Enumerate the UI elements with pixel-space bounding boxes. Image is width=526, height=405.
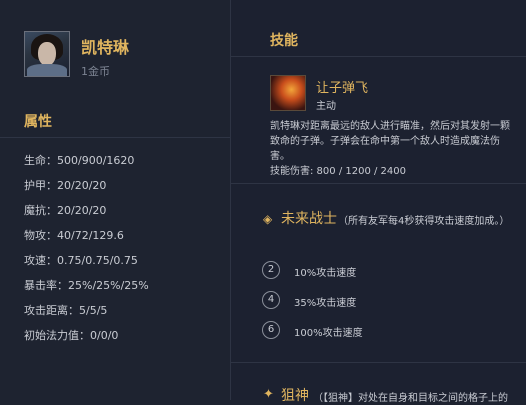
stat-mr: 魔抗：20/20/20 [24, 204, 107, 217]
trait2-description: （【狙神】对处在自身和目标之间的格子上的 [313, 393, 508, 404]
skill-name: 让子弹飞 [316, 81, 369, 96]
stat-as: 攻速：0.75/0.75/0.75 [24, 254, 138, 267]
tier-text-2: 10%攻击速度 [294, 268, 357, 279]
skill-description: 凯特琳对距离最远的敌人进行瞄准，然后对其发射一颗致命的子弹。子弹会在命中第一个敌… [270, 119, 512, 179]
stats-title: 属性 [24, 114, 52, 130]
trait2-name: 狙神 [281, 388, 309, 404]
stat-crit: 暴击率：25%/25%/25% [24, 279, 149, 292]
stat-hp: 生命：500/900/1620 [24, 154, 135, 167]
stat-range: 攻击距离：5/5/5 [24, 304, 108, 317]
champion-portrait [24, 31, 70, 77]
trait-divider [231, 362, 526, 363]
skill-type: 主动 [316, 101, 336, 112]
skills-divider [231, 56, 526, 57]
stat-mana: 初始法力值：0/0/0 [24, 329, 119, 342]
right-panel [231, 0, 526, 400]
tier-text-6: 100%攻击速度 [294, 328, 363, 339]
skill-description-text: 凯特琳对距离最远的敌人进行瞄准，然后对其发射一颗致命的子弹。子弹会在命中第一个敌… [270, 121, 510, 162]
stat-ad: 物攻：40/72/129.6 [24, 229, 124, 242]
tier-badge-6: 6 [262, 321, 280, 339]
champion-cost: 1金币 [81, 65, 110, 78]
skill-damage: 技能伤害: 800 / 1200 / 2400 [270, 166, 406, 177]
champion-name: 凯特琳 [81, 38, 130, 57]
trait-description: （所有友军每4秒获得攻击速度加成。） [338, 216, 510, 227]
stat-armor: 护甲：20/20/20 [24, 179, 107, 192]
skill-divider [231, 183, 526, 184]
skill-bullet-icon [270, 75, 306, 111]
portrait-shoulder [27, 64, 67, 76]
tier-badge-2: 2 [262, 261, 280, 279]
tier-badge-4: 4 [262, 291, 280, 309]
stats-divider [0, 137, 230, 138]
portrait-face [38, 42, 56, 66]
tier-text-4: 35%攻击速度 [294, 298, 357, 309]
skills-title: 技能 [270, 33, 298, 49]
